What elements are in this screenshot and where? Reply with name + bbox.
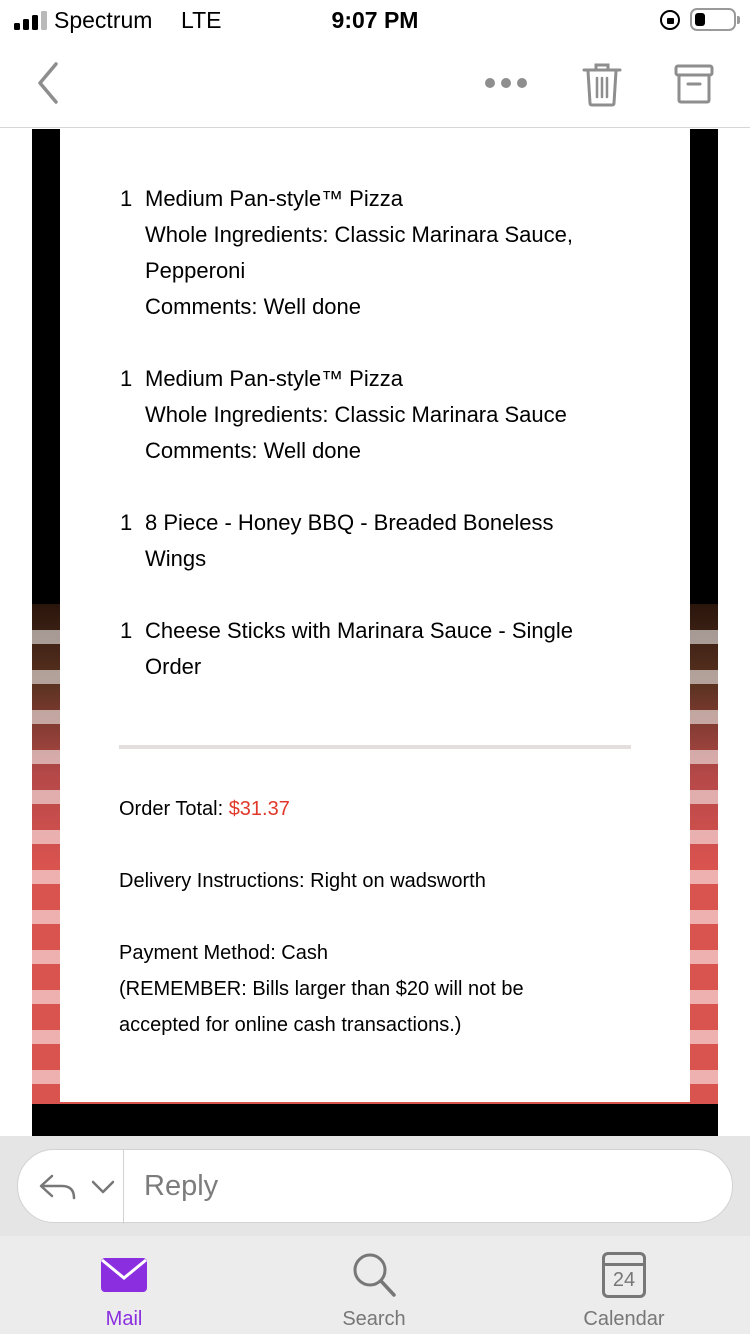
order-details-card: 1 Medium Pan-style™ Pizza Whole Ingredie… [60,129,690,1102]
item-ingredients-continued: Pepperoni [145,258,246,283]
item-name: Medium Pan-style™ Pizza [145,186,403,211]
delivery-instructions: Delivery Instructions: Right on wadswort… [119,870,486,892]
item-ingredients: Whole Ingredients: Classic Marinara Sauc… [145,402,567,427]
tab-calendar[interactable]: 24 Calendar [524,1236,724,1334]
reply-divider [123,1150,124,1224]
more-button[interactable] [478,68,534,98]
reply-field[interactable]: Reply [17,1149,733,1224]
search-icon [353,1253,396,1297]
order-total-value: $31.37 [228,798,290,820]
order-total-label: Order Total: [119,798,229,820]
payment-method: Payment Method: Cash [119,942,328,964]
reply-bar: Reply [0,1136,750,1236]
chevron-left-icon [38,62,58,104]
mail-icon [101,1258,147,1292]
status-time: 9:07 PM [331,7,419,33]
tab-mail[interactable]: Mail [24,1236,224,1334]
tab-search[interactable]: Search [274,1236,474,1334]
section-divider [119,745,631,749]
item-quantity: 1 [120,186,133,211]
item-name-continued: Wings [145,546,207,571]
payment-note-continued: accepted for online cash transactions.) [119,1014,462,1036]
battery-icon [690,8,740,31]
reply-arrow-icon[interactable] [38,1172,78,1202]
back-button[interactable] [30,58,70,108]
item-name: Medium Pan-style™ Pizza [145,366,403,391]
payment-note: (REMEMBER: Bills larger than $20 will no… [119,978,524,1000]
tab-mail-label: Mail [105,1308,143,1330]
item-comments: Comments: Well done [145,438,362,463]
item-ingredients: Whole Ingredients: Classic Marinara Sauc… [145,222,573,247]
trash-icon [582,63,622,107]
ellipsis-icon [485,78,527,88]
reply-placeholder[interactable]: Reply [144,1170,218,1203]
tab-bar: Mail Search 24 Calendar [0,1236,750,1334]
order-total: Order Total: $31.37 [119,791,290,827]
item-quantity: 1 [120,510,133,535]
calendar-day: 24 [612,1269,636,1291]
item-quantity: 1 [120,366,133,391]
archive-icon [674,64,714,104]
item-name-continued: Order [145,654,202,679]
orientation-lock-icon [660,10,680,30]
email-body[interactable]: 1 Medium Pan-style™ Pizza Whole Ingredie… [0,129,750,1136]
status-bar: Spectrum LTE 9:07 PM [0,0,750,40]
archive-button[interactable] [672,62,716,106]
chevron-down-icon[interactable] [90,1178,116,1196]
item-name: 8 Piece - Honey BBQ - Breaded Boneless [145,510,554,535]
delete-button[interactable] [580,60,624,108]
tab-search-label: Search [342,1308,406,1330]
tab-calendar-label: Calendar [583,1308,665,1330]
mail-toolbar [0,40,750,128]
calendar-icon: 24 [602,1252,646,1298]
item-name: Cheese Sticks with Marinara Sauce - Sing… [145,618,573,643]
item-quantity: 1 [120,618,133,643]
item-comments: Comments: Well done [145,294,362,319]
